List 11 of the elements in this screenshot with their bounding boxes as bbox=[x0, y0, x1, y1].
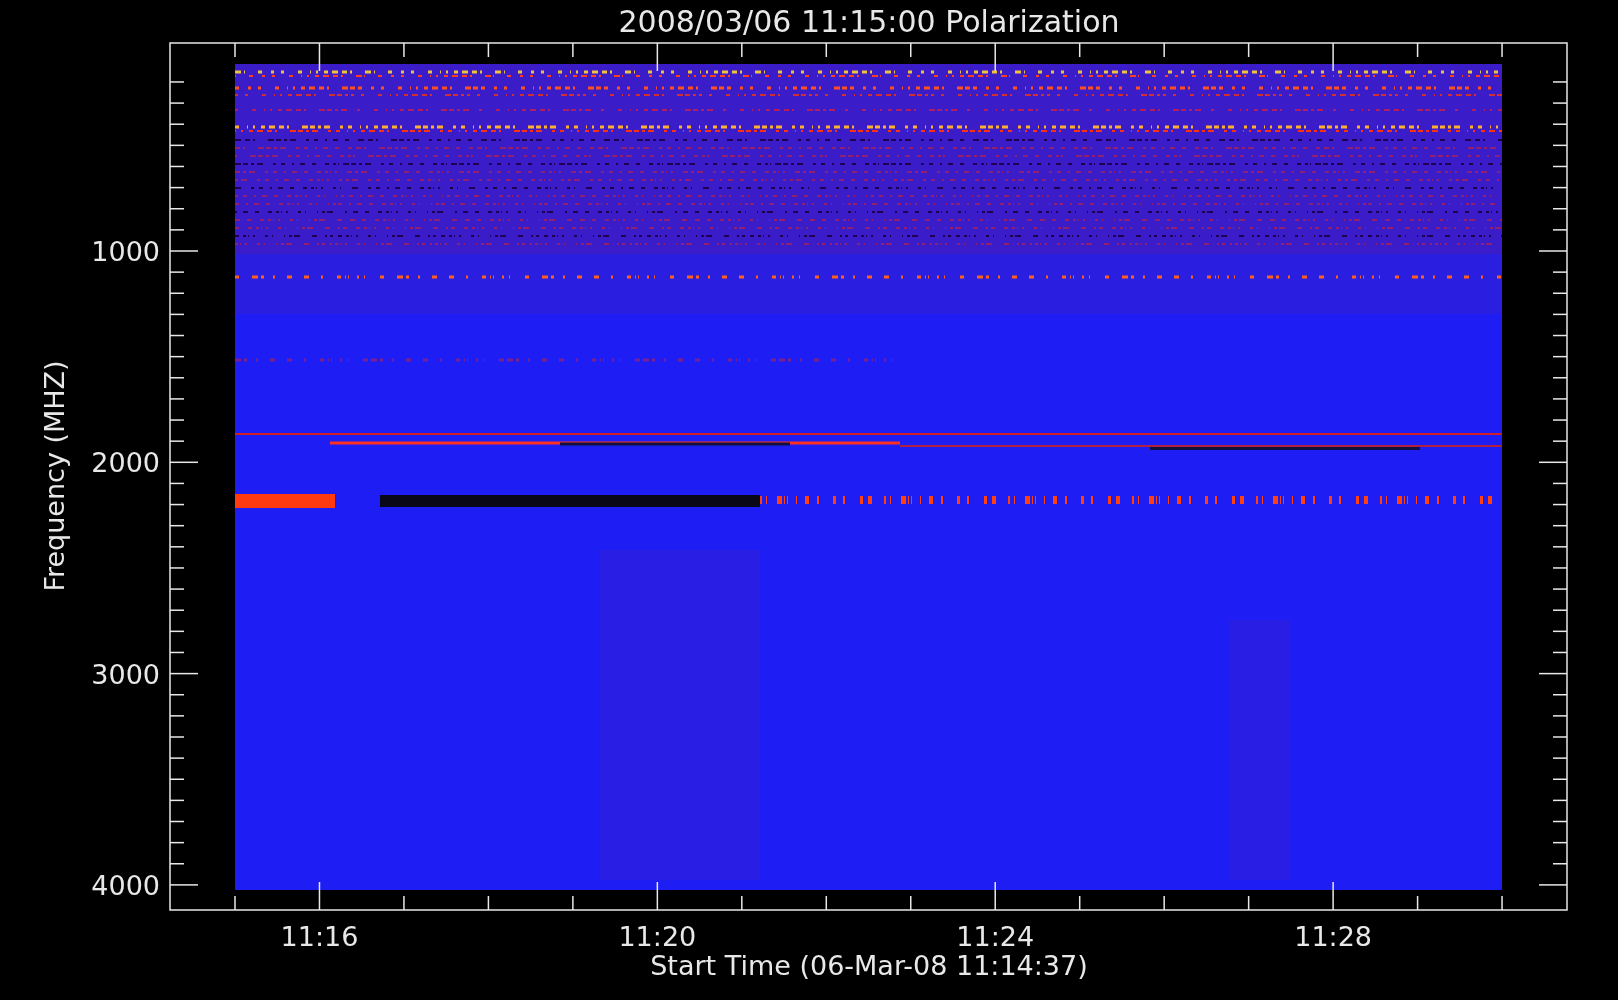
plot-title: 2008/03/06 11:15:00 Polarization bbox=[618, 4, 1120, 39]
x-tick-label: 11:28 bbox=[1294, 921, 1372, 952]
y-tick-label: 2000 bbox=[91, 447, 160, 479]
x-axis-label: Start Time (06-Mar-08 11:14:37) bbox=[650, 950, 1088, 981]
y-axis-label: Frequency (MHZ) bbox=[39, 360, 70, 592]
y-tick-label: 3000 bbox=[91, 658, 160, 690]
y-tick-label: 1000 bbox=[91, 236, 160, 267]
x-tick-label: 11:20 bbox=[618, 921, 697, 952]
x-tick-label: 11:16 bbox=[280, 921, 359, 952]
y-tick-label: 4000 bbox=[91, 869, 160, 901]
x-tick-label: 11:24 bbox=[956, 921, 1035, 952]
